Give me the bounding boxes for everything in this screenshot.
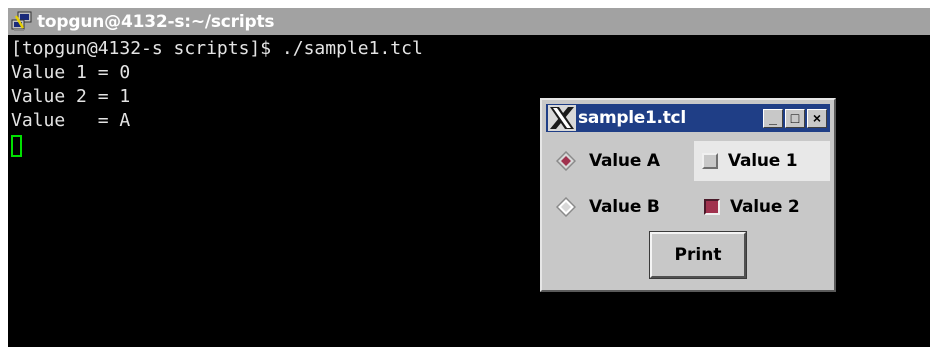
checkbox-value-2[interactable]: Value 2 (696, 187, 800, 227)
maximize-button[interactable]: □ (785, 108, 805, 128)
radio-label: Value B (589, 197, 660, 217)
sample-dialog-window: sample1.tcl _ □ × Value A Value 1 Value … (540, 98, 836, 292)
print-button[interactable]: Print (649, 231, 747, 279)
terminal-line: [topgun@4132-s scripts]$ ./sample1.tcl (11, 38, 423, 59)
radio-value-a[interactable]: Value A (546, 140, 694, 182)
checkbox-checked-icon (704, 199, 720, 215)
x11-icon (548, 105, 576, 131)
close-icon: × (812, 110, 822, 126)
terminal-titlebar[interactable]: topgun@4132-s:~/scripts (8, 8, 930, 35)
dialog-titlebar[interactable]: sample1.tcl _ □ × (546, 104, 830, 132)
terminal-line: Value 1 = 0 (11, 62, 131, 83)
radio-value-b[interactable]: Value B (546, 186, 696, 228)
minimize-button[interactable]: _ (763, 108, 783, 128)
maximize-icon: □ (790, 110, 800, 126)
checkbox-unchecked-icon (701, 153, 718, 169)
checkbox-label: Value 1 (727, 151, 798, 171)
radio-selected-icon (556, 151, 576, 171)
dialog-title: sample1.tcl (578, 108, 686, 128)
terminal-title: topgun@4132-s:~/scripts (37, 11, 275, 32)
radio-label: Value A (589, 151, 660, 171)
checkbox-value-1[interactable]: Value 1 (693, 141, 830, 181)
putty-terminal-icon (11, 11, 32, 31)
close-button[interactable]: × (807, 108, 827, 128)
terminal-cursor (11, 135, 22, 157)
minimize-icon: _ (769, 110, 777, 126)
checkbox-label: Value 2 (730, 197, 800, 217)
radio-unselected-icon (556, 197, 576, 217)
dialog-content: Value A Value 1 Value B Value 2 Print (546, 134, 830, 286)
